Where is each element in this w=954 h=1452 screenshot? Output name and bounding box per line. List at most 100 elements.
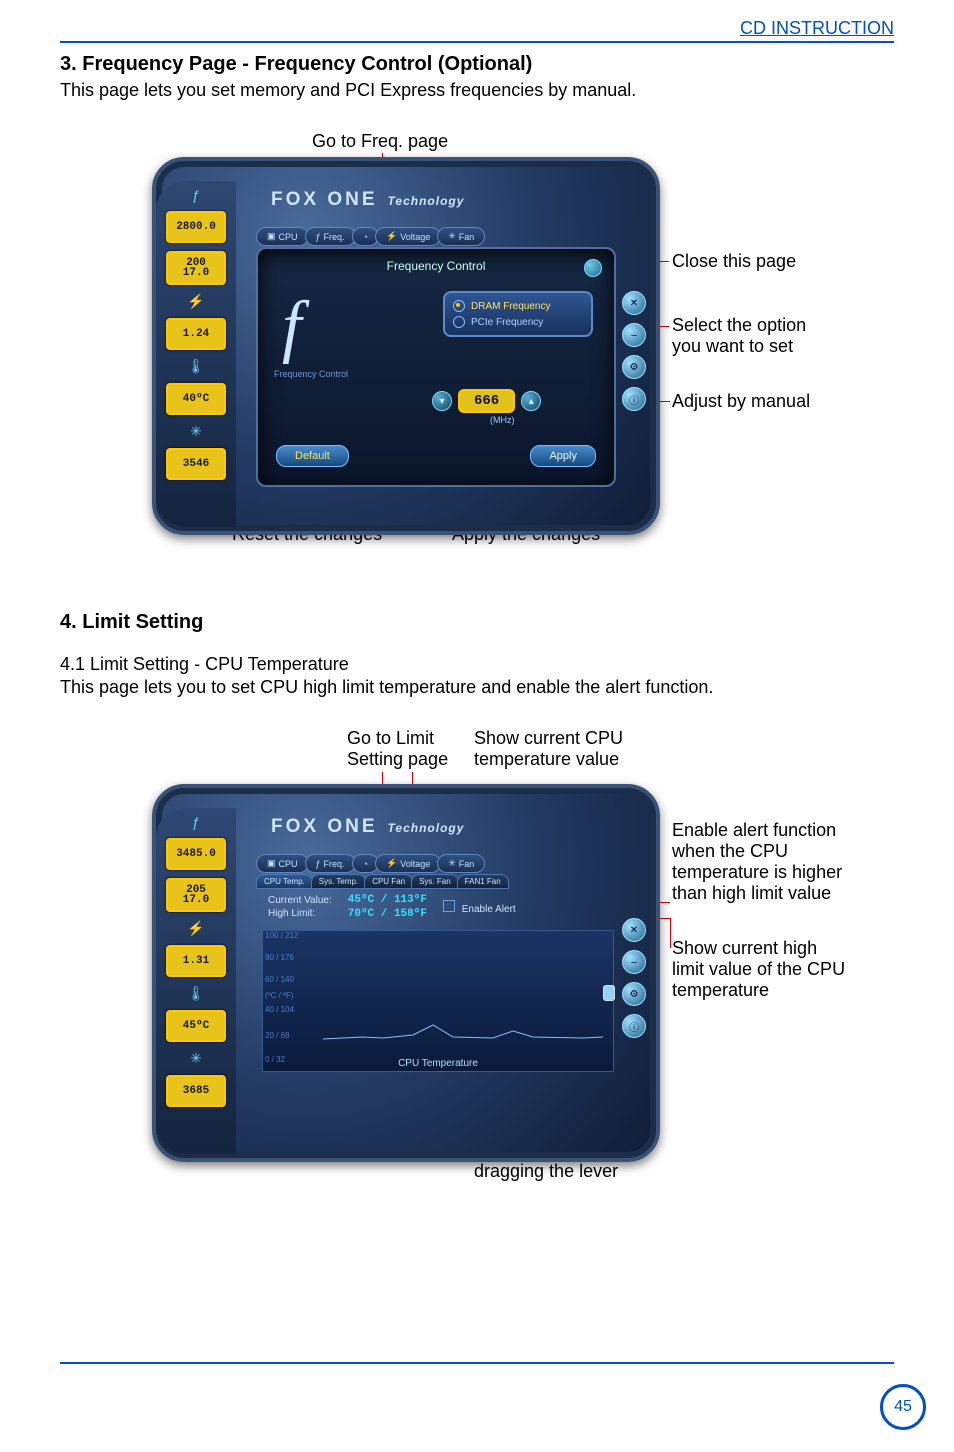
tr-a: Show current CPU — [474, 728, 623, 748]
opt-pcie-label: PCIe Frequency — [471, 317, 543, 328]
tab-cpu[interactable]: ▣CPU — [256, 227, 309, 246]
subtab-fan1[interactable]: FAN1 Fan — [457, 874, 509, 889]
spin-up-button[interactable]: ▴ — [521, 391, 541, 411]
sub-tabs: CPU Temp. Sys. Temp. CPU Fan Sys. Fan FA… — [256, 874, 507, 889]
callout-top: Go to Freq. page — [312, 131, 448, 152]
current-value: 45ºC / 113ºF — [348, 894, 427, 906]
logo-row: FOX ONE Technology — [271, 189, 464, 211]
side-cpu-freq: 2800.0 — [166, 211, 226, 243]
page-number: 45 — [880, 1384, 926, 1430]
callout-close: Close this page — [672, 251, 796, 272]
side-volt-2: 1.31 — [166, 945, 226, 977]
close-button[interactable] — [584, 259, 602, 277]
tab-volt-label-2: Voltage — [400, 859, 430, 869]
spin-down-button[interactable]: ▾ — [432, 391, 452, 411]
option-box: DRAM Frequency PCIe Frequency — [443, 291, 593, 337]
logo-text: FOX ONE — [271, 189, 378, 211]
minimize-button[interactable]: – — [622, 323, 646, 347]
plot-line — [323, 1023, 603, 1043]
gauge-icon: ◔ — [363, 859, 368, 869]
graph-title: CPU Temperature — [263, 1058, 613, 1069]
device-frame: ƒ 2800.0 200 17.0 ⚡ 1.24 🌡 40ºC ✳ 3546 F… — [152, 157, 660, 535]
screen-title: Frequency Control — [272, 259, 600, 273]
select-l2: you want to set — [672, 336, 793, 356]
subtab-sys-temp[interactable]: Sys. Temp. — [311, 874, 366, 889]
tab-freq-2[interactable]: ƒFreq. — [305, 854, 356, 873]
option-pcie[interactable]: PCIe Frequency — [453, 314, 583, 330]
section4-heading: 4. Limit Setting — [60, 611, 894, 634]
subtab-cpu-temp[interactable]: CPU Temp. — [256, 874, 313, 889]
high-limit-lever[interactable] — [603, 985, 615, 1001]
tab-freq[interactable]: ƒFreq. — [305, 227, 356, 246]
ytick-5: 100 / 212 — [265, 931, 298, 940]
tab-cpu-label-2: CPU — [279, 859, 298, 869]
logo-tag-2: Technology — [388, 821, 465, 835]
screen-freq: Frequency Control f DRAM Frequency PCIe … — [256, 247, 616, 487]
high-limit-label: High Limit: — [268, 908, 332, 919]
enable-alert[interactable]: Enable Alert — [443, 900, 516, 915]
readouts: Current Value: High Limit: 45ºC / 113ºF … — [268, 894, 516, 920]
select-l1: Select the option — [672, 315, 806, 335]
settings-button[interactable]: ⚙ — [622, 355, 646, 379]
side-cpu-freq-2: 3485.0 — [166, 838, 226, 870]
callout-r1: Enable alert function when the CPU tempe… — [672, 820, 882, 904]
logo-row-2: FOX ONE Technology — [271, 816, 464, 838]
tab-fan-label: Fan — [459, 232, 475, 242]
header-link: CD INSTRUCTION — [60, 18, 894, 39]
r1a: Enable alert function — [672, 820, 836, 840]
logo-text-2: FOX ONE — [271, 816, 378, 838]
tab-freq-label: Freq. — [324, 232, 345, 242]
tr-b: temperature value — [474, 749, 619, 769]
side-ratio: 200 17.0 — [166, 251, 226, 285]
r1b: when the CPU — [672, 841, 788, 861]
r1d: than high limit value — [672, 883, 831, 903]
section4-sub1: 4.1 Limit Setting - CPU Temperature — [60, 654, 894, 675]
close-icon-button[interactable]: ✕ — [622, 291, 646, 315]
info-button-2[interactable]: ⓘ — [622, 1014, 646, 1038]
radio-off-icon — [453, 316, 465, 328]
section-label: Frequency Control — [274, 369, 348, 379]
ratio-b: 17.0 — [183, 268, 209, 278]
r2b: limit value of the CPU — [672, 959, 845, 979]
side-temp-2: 45ºC — [166, 1010, 226, 1042]
bottom-rule — [60, 1362, 894, 1364]
thermometer-icon: 🌡 — [187, 358, 205, 375]
callout-adjust: Adjust by manual — [672, 391, 810, 412]
bolt-icon: ⚡ — [386, 231, 397, 242]
side-volt: 1.24 — [166, 318, 226, 350]
info-button[interactable]: ⓘ — [622, 387, 646, 411]
section3-body: This page lets you set memory and PCI Ex… — [60, 80, 894, 101]
settings-button-2[interactable]: ⚙ — [622, 982, 646, 1006]
fan-icon: ✳ — [448, 858, 456, 869]
close-icon-button-2[interactable]: ✕ — [622, 918, 646, 942]
side-rpm-2: 3685 — [166, 1075, 226, 1107]
callout-top-right: Show current CPU temperature value — [474, 728, 664, 770]
tab-freq-label-2: Freq. — [324, 859, 345, 869]
opt-dram-label: DRAM Frequency — [471, 301, 550, 312]
thermometer-icon: 🌡 — [187, 985, 205, 1002]
high-limit-value: 70ºC / 158ºF — [348, 908, 427, 920]
r2a: Show current high — [672, 938, 817, 958]
subtab-cpu-fan[interactable]: CPU Fan — [364, 874, 413, 889]
main-tabs: ▣CPU ƒFreq. ◔ ⚡Voltage ✳Fan — [256, 227, 481, 246]
option-dram[interactable]: DRAM Frequency — [453, 298, 583, 314]
volt-icon: ⚡ — [187, 920, 204, 937]
section3-heading: 3. Frequency Page - Frequency Control (O… — [60, 53, 894, 76]
subtab-sys-fan[interactable]: Sys. Fan — [411, 874, 459, 889]
tab-cpu-2[interactable]: ▣CPU — [256, 854, 309, 873]
tab-voltage[interactable]: ⚡Voltage — [375, 227, 441, 246]
right-buttons: ✕ – ⚙ ⓘ — [622, 291, 646, 411]
default-button[interactable]: Default — [276, 445, 349, 467]
apply-button[interactable]: Apply — [530, 445, 596, 467]
side-panel: ƒ 2800.0 200 17.0 ⚡ 1.24 🌡 40ºC ✳ 3546 — [156, 181, 236, 527]
callout-r2: Show current high limit value of the CPU… — [672, 938, 882, 1001]
tab-voltage-2[interactable]: ⚡Voltage — [375, 854, 441, 873]
tab-fan-2[interactable]: ✳Fan — [437, 854, 485, 873]
tab-fan[interactable]: ✳Fan — [437, 227, 485, 246]
wave-icon: ƒ — [316, 232, 321, 242]
minimize-button-2[interactable]: – — [622, 950, 646, 974]
leader-r2v — [670, 918, 671, 948]
figure-2: Go to Limit Setting page Show current CP… — [62, 728, 892, 1228]
bolt-icon: ⚡ — [386, 858, 397, 869]
ytick-1: 20 / 68 — [265, 1031, 289, 1040]
